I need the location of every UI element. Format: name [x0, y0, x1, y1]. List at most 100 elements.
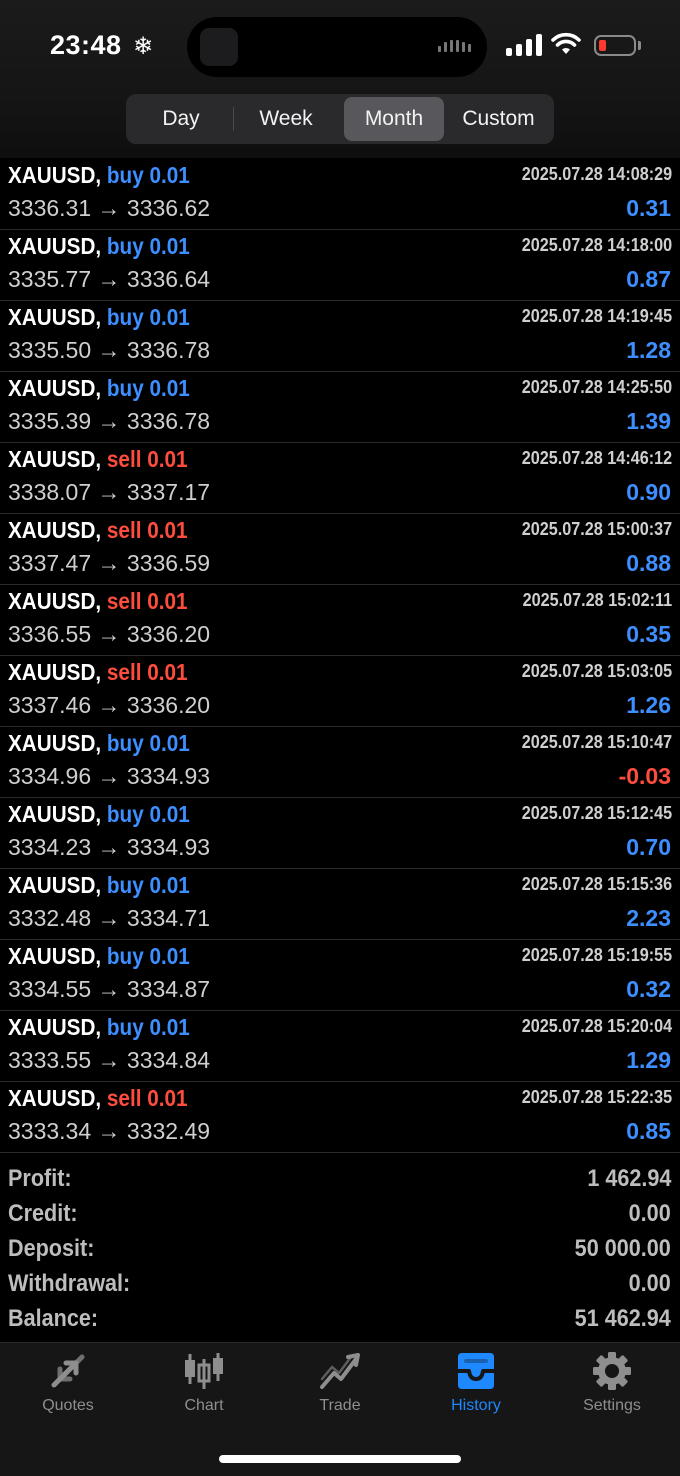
deal-title: XAUUSD, buy 0.01: [8, 730, 190, 756]
wifi-icon: [551, 32, 581, 54]
deal-time: 2025.07.28 15:03:05: [521, 661, 672, 681]
deal-prices: 3334.23 → 3334.93: [8, 834, 211, 860]
deal-profit: -0.03: [618, 763, 671, 789]
status-time: 23:48: [50, 30, 122, 60]
deal-time: 2025.07.28 14:18:00: [521, 235, 672, 255]
tab-quotes[interactable]: Quotes: [0, 1351, 136, 1431]
tab-label: Trade: [319, 1397, 361, 1414]
cellular-signal-icon: [506, 34, 542, 56]
deal-profit: 0.70: [626, 834, 671, 860]
summary-label: Profit:: [8, 1165, 72, 1192]
table-row[interactable]: XAUUSD, buy 0.01 2025.07.28 15:12:45 333…: [0, 798, 680, 869]
summary-label: Credit:: [8, 1200, 78, 1227]
deal-title: XAUUSD, sell 0.01: [8, 446, 188, 472]
summary-label: Deposit:: [8, 1235, 95, 1262]
summary-value: 1 462.94: [586, 1165, 671, 1192]
deal-prices: 3333.34 → 3332.49: [8, 1118, 211, 1144]
table-row[interactable]: XAUUSD, buy 0.01 2025.07.28 14:08:29 333…: [0, 159, 680, 230]
deal-profit: 0.87: [626, 266, 671, 292]
summary-profit: Profit: 1 462.94: [0, 1163, 680, 1198]
table-row[interactable]: XAUUSD, sell 0.01 2025.07.28 15:03:05 33…: [0, 656, 680, 727]
deal-title: XAUUSD, buy 0.01: [8, 872, 190, 898]
summary-value: 0.00: [628, 1200, 671, 1227]
deal-profit: 1.39: [626, 408, 671, 434]
deal-prices: 3335.39 → 3336.78: [8, 408, 211, 434]
deal-prices: 3332.48 → 3334.71: [8, 905, 211, 931]
deal-title: XAUUSD, buy 0.01: [8, 304, 190, 330]
deal-title: XAUUSD, buy 0.01: [8, 801, 190, 827]
summary-balance: Balance: 51 462.94: [0, 1303, 680, 1338]
battery-icon: [594, 35, 636, 56]
tab-custom[interactable]: Custom: [446, 97, 551, 141]
deal-profit: 0.85: [626, 1118, 671, 1144]
deal-title: XAUUSD, sell 0.01: [8, 659, 188, 685]
deal-profit: 1.28: [626, 337, 671, 363]
deal-title: XAUUSD, buy 0.01: [8, 233, 190, 259]
tab-label: History: [451, 1397, 501, 1414]
snowflake-icon: ❄: [133, 33, 154, 60]
table-row[interactable]: XAUUSD, buy 0.01 2025.07.28 14:25:50 333…: [0, 372, 680, 443]
deal-profit: 1.26: [626, 692, 671, 718]
table-row[interactable]: XAUUSD, buy 0.01 2025.07.28 14:19:45 333…: [0, 301, 680, 372]
deal-title: XAUUSD, sell 0.01: [8, 1085, 188, 1111]
deal-time: 2025.07.28 15:00:37: [521, 519, 672, 539]
trade-trend-icon: [320, 1353, 360, 1389]
table-row[interactable]: XAUUSD, buy 0.01 2025.07.28 15:15:36 333…: [0, 869, 680, 940]
summary-credit: Credit: 0.00: [0, 1198, 680, 1233]
audio-waveform-icon: [438, 40, 471, 52]
deal-time: 2025.07.28 14:25:50: [521, 377, 672, 397]
summary-label: Balance:: [8, 1305, 99, 1332]
table-row[interactable]: XAUUSD, sell 0.01 2025.07.28 15:22:35 33…: [0, 1082, 680, 1153]
deal-prices: 3335.50 → 3336.78: [8, 337, 211, 363]
history-inbox-icon: [458, 1353, 494, 1389]
tab-settings[interactable]: Settings: [544, 1351, 680, 1431]
tab-label: Quotes: [42, 1397, 94, 1414]
deal-prices: 3335.77 → 3336.64: [8, 266, 211, 292]
deal-time: 2025.07.28 15:22:35: [521, 1087, 672, 1107]
deal-profit: 0.88: [626, 550, 671, 576]
battery-tip: [638, 41, 641, 50]
tab-day[interactable]: Day: [129, 97, 233, 141]
deal-profit: 2.23: [626, 905, 671, 931]
deal-title: XAUUSD, buy 0.01: [8, 375, 190, 401]
table-row[interactable]: XAUUSD, sell 0.01 2025.07.28 15:00:37 33…: [0, 514, 680, 585]
tab-label: Chart: [184, 1397, 224, 1414]
summary-deposit: Deposit: 50 000.00: [0, 1233, 680, 1268]
deal-prices: 3333.55 → 3334.84: [8, 1047, 211, 1073]
deal-prices: 3334.55 → 3334.87: [8, 976, 211, 1002]
home-indicator[interactable]: [219, 1455, 461, 1463]
table-row[interactable]: XAUUSD, sell 0.01 2025.07.28 14:46:12 33…: [0, 443, 680, 514]
deal-profit: 1.29: [626, 1047, 671, 1073]
quotes-arrows-icon: [51, 1354, 85, 1388]
table-row[interactable]: XAUUSD, buy 0.01 2025.07.28 15:20:04 333…: [0, 1011, 680, 1082]
deal-time: 2025.07.28 14:19:45: [521, 306, 672, 326]
period-segmented-control: Day Week Month Custom: [126, 94, 554, 144]
deal-prices: 3334.96 → 3334.93: [8, 763, 211, 789]
table-row[interactable]: XAUUSD, buy 0.01 2025.07.28 15:10:47 333…: [0, 727, 680, 798]
gear-icon: [593, 1352, 631, 1390]
deal-time: 2025.07.28 15:20:04: [521, 1016, 672, 1036]
deal-prices: 3337.47 → 3336.59: [8, 550, 211, 576]
table-row[interactable]: XAUUSD, buy 0.01 2025.07.28 15:19:55 333…: [0, 940, 680, 1011]
summary-value: 50 000.00: [574, 1235, 671, 1262]
tab-chart[interactable]: Chart: [136, 1351, 272, 1431]
deal-title: XAUUSD, sell 0.01: [8, 588, 188, 614]
tab-trade[interactable]: Trade: [272, 1351, 408, 1431]
deal-prices: 3338.07 → 3337.17: [8, 479, 211, 505]
tab-week[interactable]: Week: [234, 97, 338, 141]
deal-title: XAUUSD, buy 0.01: [8, 1014, 190, 1040]
deal-profit: 0.32: [626, 976, 671, 1002]
tab-month[interactable]: Month: [344, 97, 444, 141]
deal-time: 2025.07.28 15:12:45: [521, 803, 672, 823]
deal-time: 2025.07.28 14:08:29: [521, 164, 672, 184]
summary-label: Withdrawal:: [8, 1270, 131, 1297]
table-row[interactable]: XAUUSD, sell 0.01 2025.07.28 15:02:11 33…: [0, 585, 680, 656]
deal-prices: 3336.31 → 3336.62: [8, 195, 211, 221]
tab-history[interactable]: History: [408, 1351, 544, 1431]
candlestick-chart-icon: [185, 1353, 223, 1389]
table-row[interactable]: XAUUSD, buy 0.01 2025.07.28 14:18:00 333…: [0, 230, 680, 301]
deal-profit: 0.31: [626, 195, 671, 221]
summary-value: 0.00: [628, 1270, 671, 1297]
deal-profit: 0.35: [626, 621, 671, 647]
deal-title: XAUUSD, sell 0.01: [8, 517, 188, 543]
